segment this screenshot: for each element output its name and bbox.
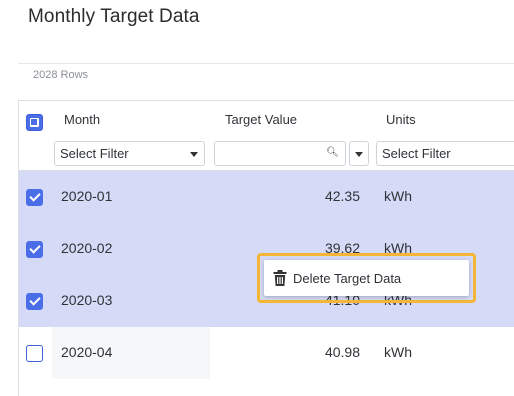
delete-target-data-label: Delete Target Data	[293, 271, 402, 286]
row-checkbox[interactable]	[26, 345, 43, 362]
page-title: Monthly Target Data	[28, 6, 200, 27]
data-grid: Month Target Value Units Select Filter 🔍…	[18, 100, 514, 396]
grid-header: Month Target Value Units Select Filter 🔍…	[19, 101, 514, 171]
row-checkbox[interactable]	[26, 241, 43, 258]
cell-target-value: 42.35	[324, 188, 360, 204]
table-row[interactable]: 2020-04 40.98 kWh	[19, 327, 514, 379]
cell-month: 2020-01	[61, 188, 113, 204]
target-value-filter-menu-button[interactable]	[349, 141, 369, 166]
units-filter-select[interactable]: Select Filter	[376, 141, 514, 166]
column-header-units[interactable]: Units	[386, 112, 416, 127]
cell-month: 2020-02	[61, 240, 113, 256]
cell-month: 2020-03	[61, 292, 113, 308]
header-divider	[18, 63, 514, 64]
cell-month: 2020-04	[61, 344, 113, 360]
chevron-down-icon	[355, 152, 363, 157]
units-filter-value: Select Filter	[382, 146, 451, 161]
row-checkbox[interactable]	[26, 293, 43, 310]
context-menu: Delete Target Data	[257, 253, 476, 303]
chevron-down-icon	[190, 152, 198, 157]
target-value-filter-input[interactable]: 🔍︎	[214, 141, 346, 166]
table-row[interactable]: 2020-01 42.35 kWh	[19, 171, 514, 223]
search-icon: 🔍︎	[326, 147, 339, 158]
row-checkbox[interactable]	[26, 189, 43, 206]
month-filter-select[interactable]: Select Filter	[54, 141, 205, 166]
row-count: 2028 Rows	[33, 69, 89, 81]
trash-icon	[273, 270, 287, 286]
select-all-checkbox[interactable]	[26, 114, 43, 131]
cell-target-value: 40.98	[324, 344, 360, 360]
cell-units: kWh	[384, 344, 412, 360]
delete-target-data-menu-item[interactable]: Delete Target Data	[264, 260, 469, 296]
column-header-month[interactable]: Month	[64, 112, 100, 127]
cell-units: kWh	[384, 188, 412, 204]
column-header-target-value[interactable]: Target Value	[225, 112, 297, 127]
month-filter-value: Select Filter	[60, 146, 129, 161]
